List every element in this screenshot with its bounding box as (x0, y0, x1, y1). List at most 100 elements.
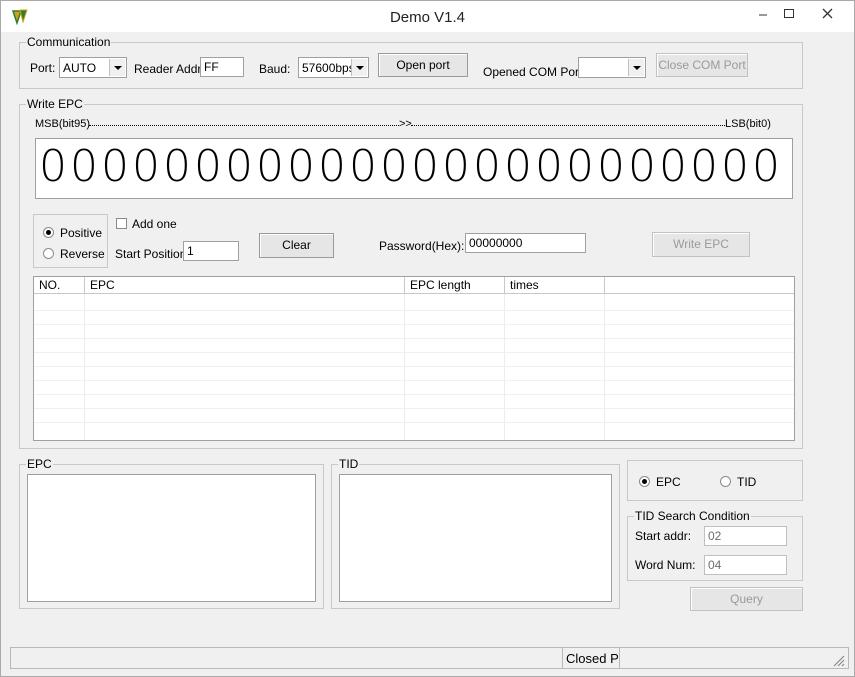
opened-com-dropdown-button[interactable] (628, 59, 644, 76)
column-header-times[interactable]: times (505, 277, 605, 294)
bit-order-line-right (411, 125, 725, 126)
start-position-input[interactable]: 1 (183, 241, 239, 261)
tid-search-condition-label: TID Search Condition (634, 509, 751, 523)
column-header-epc-length[interactable]: EPC length (405, 277, 505, 294)
epc-digit[interactable]: 0 (317, 141, 347, 193)
window-title: Demo V1.4 (389, 9, 466, 26)
baud-label: Baud: (259, 62, 291, 76)
chevron-down-icon (114, 66, 122, 70)
epc-digit[interactable]: 0 (534, 141, 564, 193)
epc-digit[interactable]: 0 (162, 141, 192, 193)
epc-mode-radio[interactable] (639, 476, 650, 487)
epc-digit[interactable]: 0 (410, 141, 440, 193)
port-label: Port: (30, 61, 56, 75)
close-com-port-button[interactable]: Close COM Port (656, 53, 748, 77)
tid-output-group-label: TID (338, 457, 360, 471)
table-row-line (34, 380, 794, 381)
tid-mode-radio[interactable] (720, 476, 731, 487)
add-one-label: Add one (132, 217, 177, 231)
port-select-value: AUTO (63, 61, 97, 75)
port-select[interactable]: AUTO (59, 57, 127, 78)
epc-digit[interactable]: 0 (131, 141, 161, 193)
epc-digit[interactable]: 0 (379, 141, 409, 193)
epc-digit[interactable]: 0 (689, 141, 719, 193)
epc-digit[interactable]: 0 (751, 141, 781, 193)
port-dropdown-button[interactable] (109, 59, 125, 76)
password-input[interactable]: 00000000 (465, 233, 586, 253)
lsb-label: LSB(bit0) (725, 118, 771, 130)
bit-order-line-left (89, 125, 399, 126)
epc-digit[interactable]: 0 (38, 141, 68, 193)
app-window: Demo V1.4 Communication Port: AUTO Reade… (0, 0, 855, 677)
clear-button[interactable]: Clear (259, 233, 334, 258)
epc-digit[interactable]: 0 (627, 141, 657, 193)
epc-output-group-label: EPC (26, 457, 53, 471)
close-icon (822, 8, 832, 19)
epc-digit[interactable]: 0 (503, 141, 533, 193)
epc-hex-editor[interactable]: 0 0 0 0 0 0 0 0 0 0 0 0 0 0 0 0 0 0 0 0 … (35, 138, 793, 199)
close-window-button[interactable] (807, 5, 847, 25)
epc-digit[interactable]: 0 (193, 141, 223, 193)
epc-digit[interactable]: 0 (100, 141, 130, 193)
maximize-icon (784, 9, 794, 18)
table-header: NO. EPC EPC length times (34, 277, 794, 294)
column-divider (504, 294, 505, 440)
word-num-label: Word Num: (635, 558, 696, 572)
word-num-input[interactable]: 04 (704, 555, 787, 575)
baud-select-value: 57600bps (302, 61, 355, 75)
tid-output-textarea[interactable] (339, 474, 612, 602)
table-row-line (34, 366, 794, 367)
epc-result-table[interactable]: NO. EPC EPC length times (33, 276, 795, 441)
epc-digit[interactable]: 0 (565, 141, 595, 193)
start-position-label: Start Position: (115, 247, 190, 261)
minimize-icon (759, 14, 767, 16)
start-addr-label: Start addr: (635, 529, 692, 543)
epc-digit[interactable]: 0 (441, 141, 471, 193)
open-port-button[interactable]: Open port (378, 53, 468, 77)
minimize-button[interactable] (749, 5, 777, 25)
column-header-epc[interactable]: EPC (85, 277, 405, 294)
table-row-line (34, 408, 794, 409)
epc-digit[interactable]: 0 (658, 141, 688, 193)
table-row-line (34, 352, 794, 353)
reader-addr-input[interactable]: FF (200, 57, 244, 77)
epc-digit[interactable]: 0 (348, 141, 378, 193)
status-bar-left-pane (10, 647, 563, 669)
reverse-radio[interactable] (43, 248, 54, 259)
table-row-line (34, 422, 794, 423)
table-row-line (34, 310, 794, 311)
title-bar: Demo V1.4 (1, 1, 854, 32)
column-header-blank[interactable] (605, 277, 794, 294)
add-one-checkbox[interactable] (116, 218, 127, 229)
epc-digit[interactable]: 0 (69, 141, 99, 193)
tid-mode-label: TID (737, 475, 757, 489)
write-epc-button[interactable]: Write EPC (652, 232, 750, 257)
maximize-button[interactable] (775, 5, 803, 25)
resize-grip-icon[interactable] (831, 653, 845, 667)
table-row-line (34, 338, 794, 339)
epc-output-textarea[interactable] (27, 474, 316, 602)
password-label: Password(Hex): (379, 239, 465, 253)
epc-digit[interactable]: 0 (596, 141, 626, 193)
positive-radio-label: Positive (60, 226, 103, 240)
column-header-no[interactable]: NO. (34, 277, 85, 294)
table-row-line (34, 394, 794, 395)
column-divider (404, 294, 405, 440)
query-button[interactable]: Query (690, 587, 803, 611)
epc-digit[interactable]: 0 (224, 141, 254, 193)
read-mode-group (627, 460, 803, 501)
baud-dropdown-button[interactable] (351, 59, 367, 76)
communication-group-label: Communication (26, 35, 112, 49)
start-addr-input[interactable]: 02 (704, 526, 787, 546)
epc-digit[interactable]: 0 (255, 141, 285, 193)
epc-mode-label: EPC (656, 475, 681, 489)
epc-digit[interactable]: 0 (286, 141, 316, 193)
baud-select[interactable]: 57600bps (298, 57, 369, 78)
opened-com-port-select[interactable] (578, 57, 646, 78)
column-divider (84, 294, 85, 440)
status-bar-right-pane (619, 647, 849, 669)
epc-digit[interactable]: 0 (720, 141, 750, 193)
table-row-line (34, 324, 794, 325)
epc-digit[interactable]: 0 (472, 141, 502, 193)
positive-radio[interactable] (43, 227, 54, 238)
